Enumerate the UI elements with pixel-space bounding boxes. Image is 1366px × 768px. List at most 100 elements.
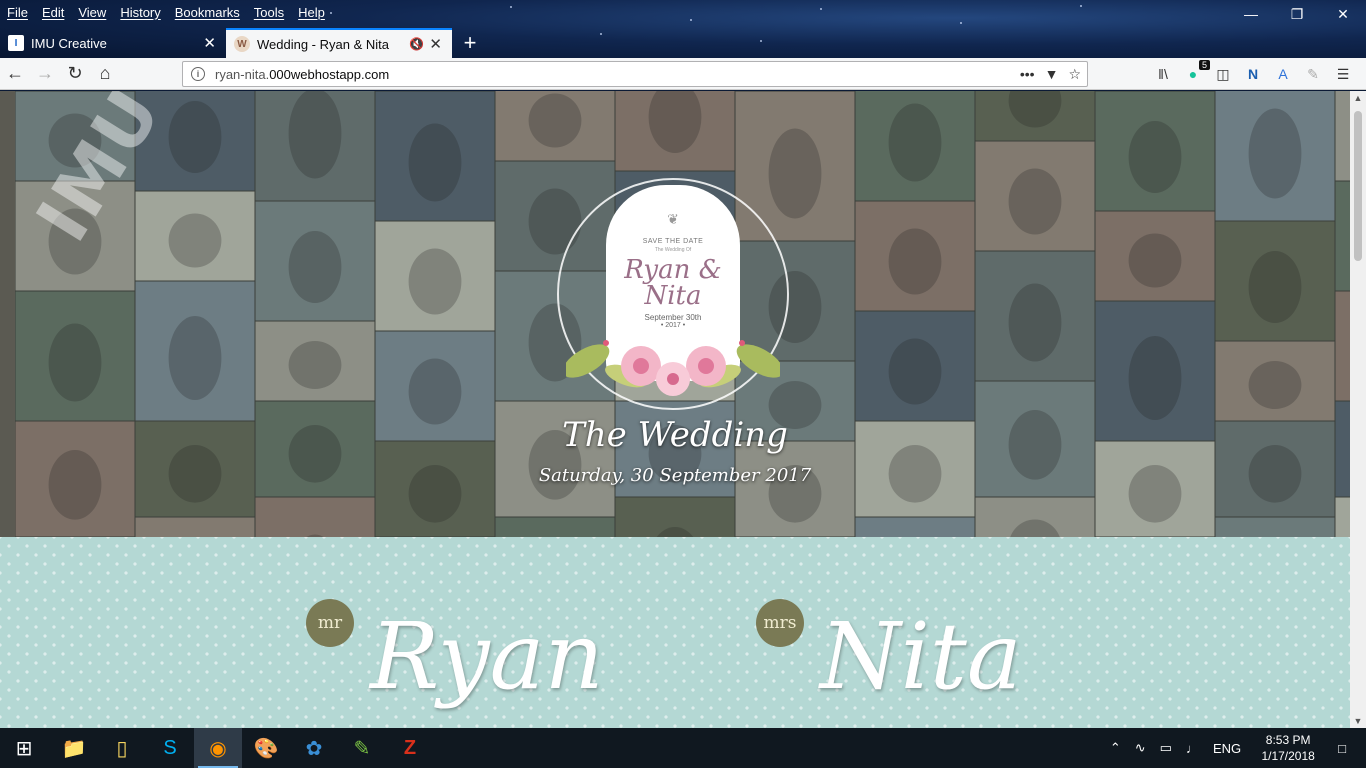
collage-photo-tile (254, 496, 376, 537)
collage-photo-tile (1334, 91, 1350, 182)
clock[interactable]: 8:53 PM 1/17/2018 (1248, 732, 1328, 764)
reload-button[interactable]: ↻ (60, 59, 90, 89)
menu-file[interactable]: File (7, 5, 28, 20)
collage-photo-tile (1334, 180, 1350, 292)
scroll-up-icon[interactable]: ▲ (1350, 93, 1366, 103)
filezilla-icon[interactable]: Z (386, 728, 434, 768)
collage-photo-subject (768, 128, 822, 219)
pen-icon[interactable]: ✎ (1302, 63, 1324, 85)
collage-photo-tile (1214, 516, 1336, 537)
collage-photo-subject (408, 248, 462, 315)
tab-title: Wedding - Ryan & Nita (257, 36, 389, 52)
collage-photo-subject (888, 228, 942, 295)
clock-time: 8:53 PM (1265, 733, 1311, 747)
chevron-up-icon[interactable]: ⌃ (1110, 740, 1121, 756)
collage-photo-subject (168, 213, 222, 268)
new-tab-button[interactable]: + (452, 28, 488, 58)
navigation-toolbar: ← → ↻ ⌂ i ryan-nita. 000webhostapp.com ••… (0, 58, 1366, 90)
wedding-title: The Wedding (562, 415, 788, 455)
file-explorer-icon[interactable]: 📁 (50, 728, 98, 768)
tab-imu-creative[interactable]: I IMU Creative ✕ (0, 28, 226, 58)
bride-name: Nita (820, 603, 1022, 710)
system-tray: ⌃ ∿ ▭ ♩ ENG 8:53 PM 1/17/2018 □ (1103, 728, 1366, 768)
page-actions-icon[interactable]: ••• (1020, 66, 1035, 83)
minimize-button[interactable]: — (1228, 0, 1274, 28)
collage-photo-subject (1128, 336, 1182, 420)
collage-photo-subject (528, 93, 582, 148)
restore-button[interactable]: ❐ (1274, 0, 1320, 28)
menu-bookmarks[interactable]: Bookmarks (175, 5, 240, 20)
floral-decoration (566, 340, 780, 396)
close-window-button[interactable]: ✕ (1320, 0, 1366, 28)
notepad-plus-icon[interactable]: ✎ (338, 728, 386, 768)
menu-history[interactable]: History (120, 5, 160, 20)
menu-edit[interactable]: Edit (42, 5, 64, 20)
collage-photo-tile (134, 516, 256, 537)
window-controls: — ❐ ✕ (1228, 0, 1366, 28)
imu-favicon-icon: I (8, 35, 24, 51)
scrollbar-thumb[interactable] (1354, 111, 1362, 261)
collage-photo-tile (1334, 290, 1350, 402)
tab-wedding[interactable]: W Wedding - Ryan & Nita 🔇 ✕ (226, 28, 452, 58)
clock-date: 1/17/2018 (1261, 749, 1315, 763)
vertical-scrollbar[interactable]: ▲ ▼ (1350, 91, 1366, 728)
tab-strip: I IMU Creative ✕ W Wedding - Ryan & Nita… (0, 28, 1366, 58)
collage-photo-subject (1128, 121, 1182, 193)
mute-tab-icon[interactable]: 🔇 (409, 37, 424, 51)
wifi-icon[interactable]: ∿ (1135, 740, 1146, 756)
scroll-down-icon[interactable]: ▼ (1350, 716, 1366, 726)
bookmark-star-icon[interactable]: ☆ (1068, 66, 1081, 83)
sticky-notes-icon[interactable]: ▯ (98, 728, 146, 768)
battery-icon[interactable]: ▭ (1160, 740, 1172, 756)
notification-icon[interactable]: □ (1338, 741, 1346, 756)
url-bar[interactable]: i ryan-nita. 000webhostapp.com ••• ▼ ☆ (182, 61, 1088, 87)
collage-photo-subject (168, 316, 222, 400)
groom-prefix-badge: mr (306, 599, 354, 647)
butterfly-icon: ❦ (667, 211, 679, 227)
url-domain: 000webhostapp.com (269, 66, 390, 82)
collage-photo-subject (48, 323, 102, 402)
tab-title: IMU Creative (31, 35, 107, 51)
hamburger-menu-icon[interactable]: ☰ (1332, 63, 1354, 85)
pocket-icon[interactable]: ▼ (1045, 66, 1059, 83)
couple-names: Ryan & Nita (624, 255, 722, 311)
language-indicator[interactable]: ENG (1213, 741, 1241, 756)
start-windows-icon[interactable]: ⊞ (0, 728, 48, 768)
library-icon[interactable]: ‖\ (1152, 63, 1174, 85)
close-tab-icon[interactable]: ✕ (429, 35, 442, 53)
bride-prefix-badge: mrs (756, 599, 804, 647)
menu-tools[interactable]: Tools (254, 5, 284, 20)
extension-grammarly-icon[interactable]: ● 5 (1182, 60, 1210, 85)
dolphin-app-icon[interactable]: ✿ (290, 728, 338, 768)
close-tab-icon[interactable]: ✕ (203, 34, 216, 52)
extension-n-icon[interactable]: N (1242, 63, 1264, 85)
wedding-date: Saturday, 30 September 2017 (538, 465, 812, 486)
paint-icon[interactable]: 🎨 (242, 728, 290, 768)
firefox-icon[interactable]: ◉ (194, 728, 242, 768)
forward-button[interactable]: → (30, 59, 60, 89)
web-page: ❦ SAVE THE DATE The Wedding Of Ryan & Ni… (0, 91, 1350, 728)
translate-icon[interactable]: A (1272, 63, 1294, 85)
home-button[interactable]: ⌂ (90, 59, 120, 89)
collage-photo-subject (1248, 361, 1302, 409)
collage-photo-subject (1128, 233, 1182, 288)
groom-name: Ryan (370, 603, 604, 710)
site-info-icon[interactable]: i (191, 67, 205, 81)
volume-icon[interactable]: ♩ (1186, 741, 1199, 756)
skype-icon[interactable]: S (146, 728, 194, 768)
collage-photo-subject (888, 338, 942, 405)
wedding-favicon-icon: W (234, 36, 250, 52)
collage-photo-subject (1248, 251, 1302, 323)
collage-photo-subject (1008, 283, 1062, 362)
menu-help[interactable]: Help (298, 5, 325, 20)
collage-photo-subject (1008, 168, 1062, 235)
save-the-date-text: SAVE THE DATE (642, 238, 704, 245)
menu-bar: File Edit View History Bookmarks Tools H… (0, 0, 339, 24)
collage-photo-subject (288, 91, 342, 179)
couple-section: mr Ryan mrs Nita (0, 537, 1350, 728)
collage-photo-tile (1334, 496, 1350, 537)
collage-photo-subject (408, 123, 462, 202)
menu-view[interactable]: View (78, 5, 106, 20)
back-button[interactable]: ← (0, 59, 30, 89)
sidebar-icon[interactable]: ◫ (1212, 63, 1234, 85)
